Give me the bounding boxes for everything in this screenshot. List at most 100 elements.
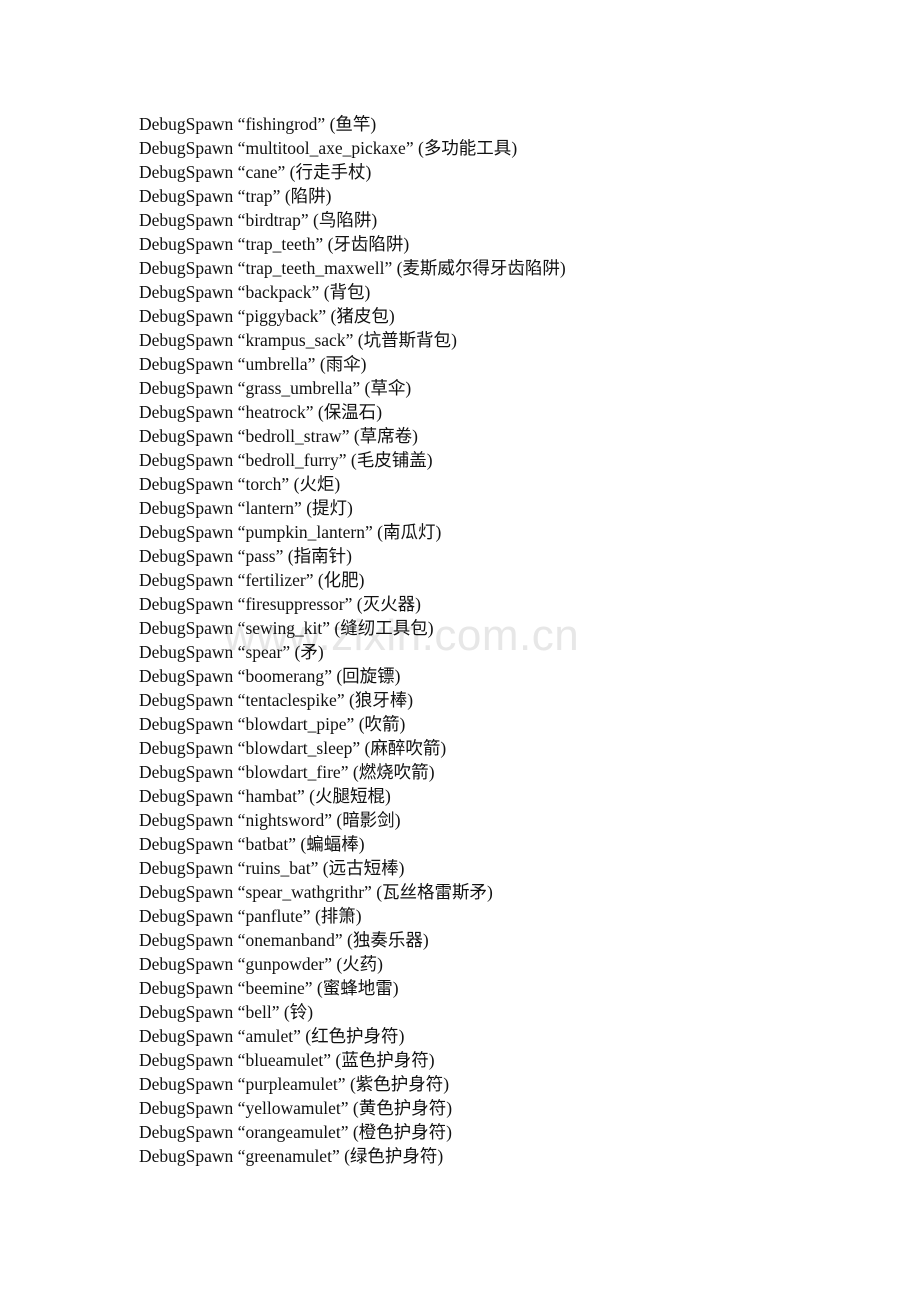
quote-close: ” <box>364 882 372 902</box>
quote-close: ” <box>352 378 361 398</box>
quote-close: ” <box>311 282 320 302</box>
quote-close: ” <box>323 1050 331 1070</box>
command-translation: 紫色护身符 <box>355 1074 444 1094</box>
command-translation: 矛 <box>300 642 318 662</box>
paren-close: ) <box>394 666 401 686</box>
quote-close: ” <box>340 1122 349 1142</box>
command-identifier: fishingrod <box>245 114 318 134</box>
quote-close: ” <box>346 714 355 734</box>
command-line: DebugSpawn “multitool_axe_pickaxe” (多功能工… <box>139 136 879 160</box>
command-line: DebugSpawn “batbat” (蝙蝠棒) <box>139 832 879 856</box>
command-line: DebugSpawn “blowdart_sleep” (麻醉吹箭) <box>139 736 879 760</box>
command-translation: 暗影剑 <box>342 810 395 830</box>
command-translation: 陷阱 <box>290 186 326 206</box>
command-keyword: DebugSpawn <box>139 738 234 758</box>
command-identifier: ruins_bat <box>245 858 311 878</box>
command-translation: 麻醉吹箭 <box>370 738 441 758</box>
command-keyword: DebugSpawn <box>139 282 234 302</box>
command-translation: 鱼竿 <box>335 114 371 134</box>
command-line: DebugSpawn “fertilizer” (化肥) <box>139 568 879 592</box>
quote-close: ” <box>384 258 393 278</box>
command-identifier: panflute <box>245 906 303 926</box>
command-line: DebugSpawn “yellowamulet” (黄色护身符) <box>139 1096 879 1120</box>
command-identifier: firesuppressor <box>245 594 345 614</box>
command-line: DebugSpawn “krampus_sack” (坑普斯背包) <box>139 328 879 352</box>
paren-close: ) <box>422 930 429 950</box>
command-translation: 蓝色护身符 <box>341 1050 429 1070</box>
command-translation: 坑普斯背包 <box>363 330 452 350</box>
command-translation: 南瓜灯 <box>383 522 436 542</box>
quote-close: ” <box>315 234 324 254</box>
command-identifier: batbat <box>245 834 289 854</box>
command-line: DebugSpawn “panflute” (排箫) <box>139 904 879 928</box>
command-keyword: DebugSpawn <box>139 426 234 446</box>
command-identifier: pass <box>245 546 276 566</box>
paren-close: ) <box>426 450 433 470</box>
command-identifier: amulet <box>245 1026 294 1046</box>
paren-close: ) <box>384 786 391 806</box>
quote-close: ” <box>340 762 349 782</box>
quote-close: ” <box>338 450 347 470</box>
paren-close: ) <box>412 426 418 446</box>
paren-close: ) <box>428 1050 435 1070</box>
command-keyword: DebugSpawn <box>139 882 234 902</box>
quote-close: ” <box>352 738 361 758</box>
command-line: DebugSpawn “tentaclespike” (狼牙棒) <box>139 688 879 712</box>
command-keyword: DebugSpawn <box>139 186 234 206</box>
command-line: DebugSpawn “beemine” (蜜蜂地雷) <box>139 976 879 1000</box>
paren-close: ) <box>446 1098 453 1118</box>
command-translation: 狼牙棒 <box>354 690 408 710</box>
command-line: DebugSpawn “bedroll_furry” (毛皮铺盖) <box>139 448 879 472</box>
paren-close: ) <box>346 546 352 566</box>
quote-close: ” <box>275 546 284 566</box>
command-keyword: DebugSpawn <box>139 138 234 158</box>
command-translation: 远古短棒 <box>328 858 399 878</box>
paren-close: ) <box>394 810 401 830</box>
command-translation: 提灯 <box>312 498 348 518</box>
command-line: DebugSpawn “hambat” (火腿短棍) <box>139 784 879 808</box>
command-identifier: piggyback <box>245 306 319 326</box>
command-identifier: umbrella <box>245 354 308 374</box>
command-identifier: bedroll_straw <box>245 426 342 446</box>
command-line: DebugSpawn “birdtrap” (鸟陷阱) <box>139 208 879 232</box>
command-identifier: krampus_sack <box>245 330 346 350</box>
command-translation: 猪皮包 <box>336 306 389 326</box>
command-identifier: sewing_kit <box>245 618 323 638</box>
command-line: DebugSpawn “amulet” (红色护身符) <box>139 1024 879 1048</box>
command-identifier: greenamulet <box>245 1146 332 1166</box>
command-translation: 草伞 <box>370 378 406 398</box>
command-line: DebugSpawn “trap_teeth_maxwell” (麦斯威尔得牙齿… <box>139 256 879 280</box>
command-keyword: DebugSpawn <box>139 498 234 518</box>
command-line: DebugSpawn “bell” (铃) <box>139 1000 879 1024</box>
quote-close: ” <box>318 306 327 326</box>
command-keyword: DebugSpawn <box>139 858 234 878</box>
command-identifier: blowdart_fire <box>245 762 341 782</box>
command-translation: 缝纫工具包 <box>340 618 428 638</box>
paren-close: ) <box>371 210 378 230</box>
quote-close: ” <box>288 834 296 854</box>
command-translation: 燃烧吹箭 <box>358 762 429 782</box>
quote-close: ” <box>324 810 332 830</box>
command-line: DebugSpawn “bedroll_straw” (草席卷) <box>139 424 879 448</box>
command-keyword: DebugSpawn <box>139 570 234 590</box>
command-keyword: DebugSpawn <box>139 354 234 374</box>
quote-close: ” <box>331 1146 340 1166</box>
command-translation: 多功能工具 <box>423 138 512 158</box>
command-translation: 橙色护身符 <box>358 1122 447 1142</box>
command-identifier: trap_teeth_maxwell <box>245 258 385 278</box>
command-identifier: blowdart_sleep <box>245 738 353 758</box>
quote-close: ” <box>271 1002 280 1022</box>
command-line: DebugSpawn “purpleamulet” (紫色护身符) <box>139 1072 879 1096</box>
paren-close: ) <box>427 618 434 638</box>
quote-close: ” <box>317 114 326 134</box>
command-translation: 保温石 <box>323 402 377 422</box>
command-translation: 黄色护身符 <box>358 1098 447 1118</box>
paren-close: ) <box>398 858 405 878</box>
command-line: DebugSpawn “boomerang” (回旋镖) <box>139 664 879 688</box>
quote-close: ” <box>310 858 319 878</box>
paren-close: ) <box>440 738 447 758</box>
command-translation: 灭火器 <box>362 594 416 614</box>
quote-close: ” <box>305 402 314 422</box>
command-keyword: DebugSpawn <box>139 594 234 614</box>
command-identifier: gunpowder <box>245 954 325 974</box>
